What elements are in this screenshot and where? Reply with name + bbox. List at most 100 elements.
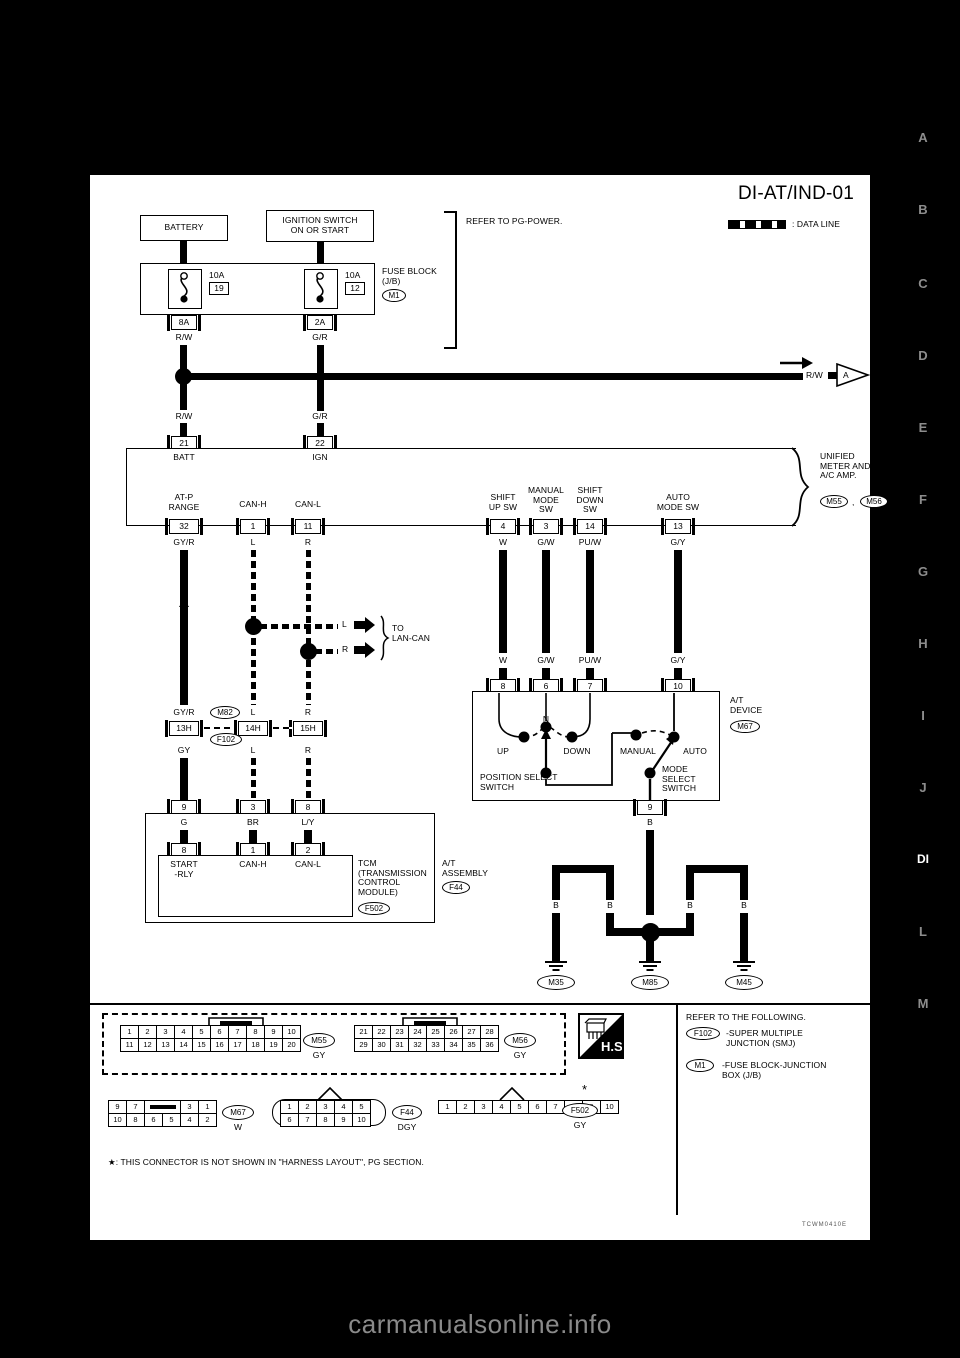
- ground-branch-right-v: [740, 865, 748, 900]
- index-c[interactable]: C: [900, 276, 946, 291]
- ground-leg-m45: [740, 913, 748, 961]
- power-bracket: [444, 211, 457, 349]
- m55-pin: 14: [174, 1038, 193, 1052]
- next-page-marker-shape: [836, 363, 871, 388]
- refer-connector-f102: F102: [686, 1027, 720, 1040]
- m67-pin: 4: [180, 1113, 199, 1127]
- refer-panel-heading: REFER TO THE FOLLOWING.: [686, 1012, 806, 1022]
- meter-pin-32: 32: [165, 518, 203, 535]
- at-device-ground-pin-9: 9: [633, 799, 667, 816]
- f44-pin: 5: [352, 1100, 371, 1114]
- index-j[interactable]: J: [900, 780, 946, 795]
- m55-pin: 6: [210, 1025, 229, 1039]
- connector-id-m67: M67: [222, 1105, 254, 1120]
- index-a[interactable]: A: [900, 130, 946, 145]
- f502-pin: 6: [528, 1100, 547, 1114]
- m67-pin: 10: [108, 1113, 127, 1127]
- m56-pin: 30: [372, 1038, 391, 1052]
- ignition-feed-wire: [317, 242, 324, 263]
- unified-meter-box: [126, 448, 796, 526]
- meter-pin-13: 13: [661, 518, 695, 535]
- position-select-switch-title: POSITION SELECT SWITCH: [480, 772, 558, 792]
- fuse-12-element: [316, 272, 324, 303]
- ground-symbol-m45: [733, 961, 755, 973]
- connector-color-f502: GY: [573, 1120, 587, 1130]
- unified-meter-brace: [791, 447, 810, 527]
- index-e[interactable]: E: [900, 420, 946, 435]
- can-h-branch-wire: [260, 624, 338, 629]
- connector-id-m55: M55: [303, 1033, 335, 1048]
- smj-wire-above-gyr: GY/R: [173, 707, 195, 717]
- f502-pin: 3: [474, 1100, 493, 1114]
- meter-signal-shift-up-sw: SHIFT UP SW: [488, 492, 518, 512]
- wire-label-puw: PU/W: [578, 537, 602, 547]
- m55-pin: 3: [156, 1025, 175, 1039]
- unified-meter-name: UNIFIED METER AND A/C AMP.: [820, 451, 871, 481]
- next-page-arrow-icon: [780, 357, 813, 369]
- tcm-signal-can-l: CAN-L: [294, 859, 322, 869]
- lan-can-branch-l-label: R: [342, 644, 349, 654]
- m67-pin: 2: [198, 1113, 217, 1127]
- smj-wire-above-r: R: [304, 707, 312, 717]
- w-wire: [499, 550, 507, 653]
- svg-text:H.S.: H.S.: [601, 1039, 622, 1054]
- smj-connector-m82: M82: [210, 706, 240, 719]
- connector-view-m55: 1 2 3 4 5 6 7 8 9 10 11 12 13 14 15 16 1…: [120, 1025, 301, 1052]
- refer-text-f102: -SUPER MULTIPLE JUNCTION (SMJ): [726, 1028, 803, 1048]
- section-divider: [90, 1003, 870, 1005]
- footnote: ★: THIS CONNECTOR IS NOT SHOWN IN "HARNE…: [108, 1157, 424, 1167]
- next-page-wire-label: R/W: [806, 370, 823, 380]
- fuse-19-number: 19: [209, 282, 229, 295]
- f44-pin: 9: [334, 1113, 353, 1127]
- m55-pin: 12: [138, 1038, 157, 1052]
- index-l[interactable]: L: [900, 924, 946, 939]
- wire-label-l-canh: L: [250, 537, 256, 547]
- m55-pin: 15: [192, 1038, 211, 1052]
- index-b[interactable]: B: [900, 202, 946, 217]
- position-switch-up-label: UP: [496, 746, 510, 756]
- m56-pin: 34: [444, 1038, 463, 1052]
- gy-mode-wire: [674, 550, 682, 653]
- unified-meter-connector-m56: M56: [860, 495, 888, 508]
- ground-symbol-m85: [639, 961, 661, 973]
- connector-id-f44: F44: [392, 1105, 422, 1120]
- ground-branch-right-h: [686, 865, 748, 873]
- connector-color-m56: GY: [513, 1050, 527, 1060]
- lan-can-label: TO LAN-CAN: [392, 623, 431, 643]
- index-g[interactable]: G: [900, 564, 946, 579]
- connector-view-m56: 21 22 23 24 25 26 27 28 29 30 31 32 33 3…: [354, 1025, 499, 1052]
- gw-wire: [542, 550, 550, 653]
- ground-branch-left-h: [552, 865, 614, 873]
- data-line-swatch: [728, 220, 786, 229]
- ly-wire-stub: [304, 830, 312, 844]
- at-device-wire-gw: G/W: [537, 655, 555, 665]
- index-h[interactable]: H: [900, 636, 946, 651]
- ignition-switch-label: IGNITION SWITCH ON OR START: [282, 215, 358, 235]
- site-watermark: carmanualsonline.info: [348, 1309, 612, 1339]
- index-f[interactable]: F: [900, 492, 946, 507]
- m56-pin: 35: [462, 1038, 481, 1052]
- at-device-wire-w: W: [498, 655, 508, 665]
- m55-pin: 18: [246, 1038, 265, 1052]
- index-di[interactable]: DI: [900, 852, 946, 866]
- index-d[interactable]: D: [900, 348, 946, 363]
- gyr-arrow-shaft: [182, 605, 185, 629]
- f44-pin: 7: [298, 1113, 317, 1127]
- connector-color-m67: W: [233, 1122, 243, 1132]
- meter-signal-auto-mode-sw: AUTO MODE SW: [656, 492, 700, 512]
- gy-wire: [180, 758, 188, 800]
- mode-switch-auto-label: AUTO: [683, 746, 707, 756]
- index-i[interactable]: I: [900, 708, 946, 723]
- smj-link-2: [273, 727, 293, 729]
- ground-leg-m35: [552, 913, 560, 961]
- tcm-signal-can-h: CAN-H: [239, 859, 267, 869]
- f44-pin: 6: [280, 1113, 299, 1127]
- m55-pin: 16: [210, 1038, 229, 1052]
- at-device-wire-gy: G/Y: [670, 655, 686, 665]
- m55-pin: 11: [120, 1038, 139, 1052]
- mode-switch-manual-label: MANUAL: [619, 746, 657, 756]
- f44-pin: 2: [298, 1100, 317, 1114]
- index-m[interactable]: M: [900, 996, 946, 1011]
- refer-text-m1: -FUSE BLOCK-JUNCTION BOX (J/B): [722, 1060, 827, 1080]
- rw-wire-lower: [180, 378, 187, 410]
